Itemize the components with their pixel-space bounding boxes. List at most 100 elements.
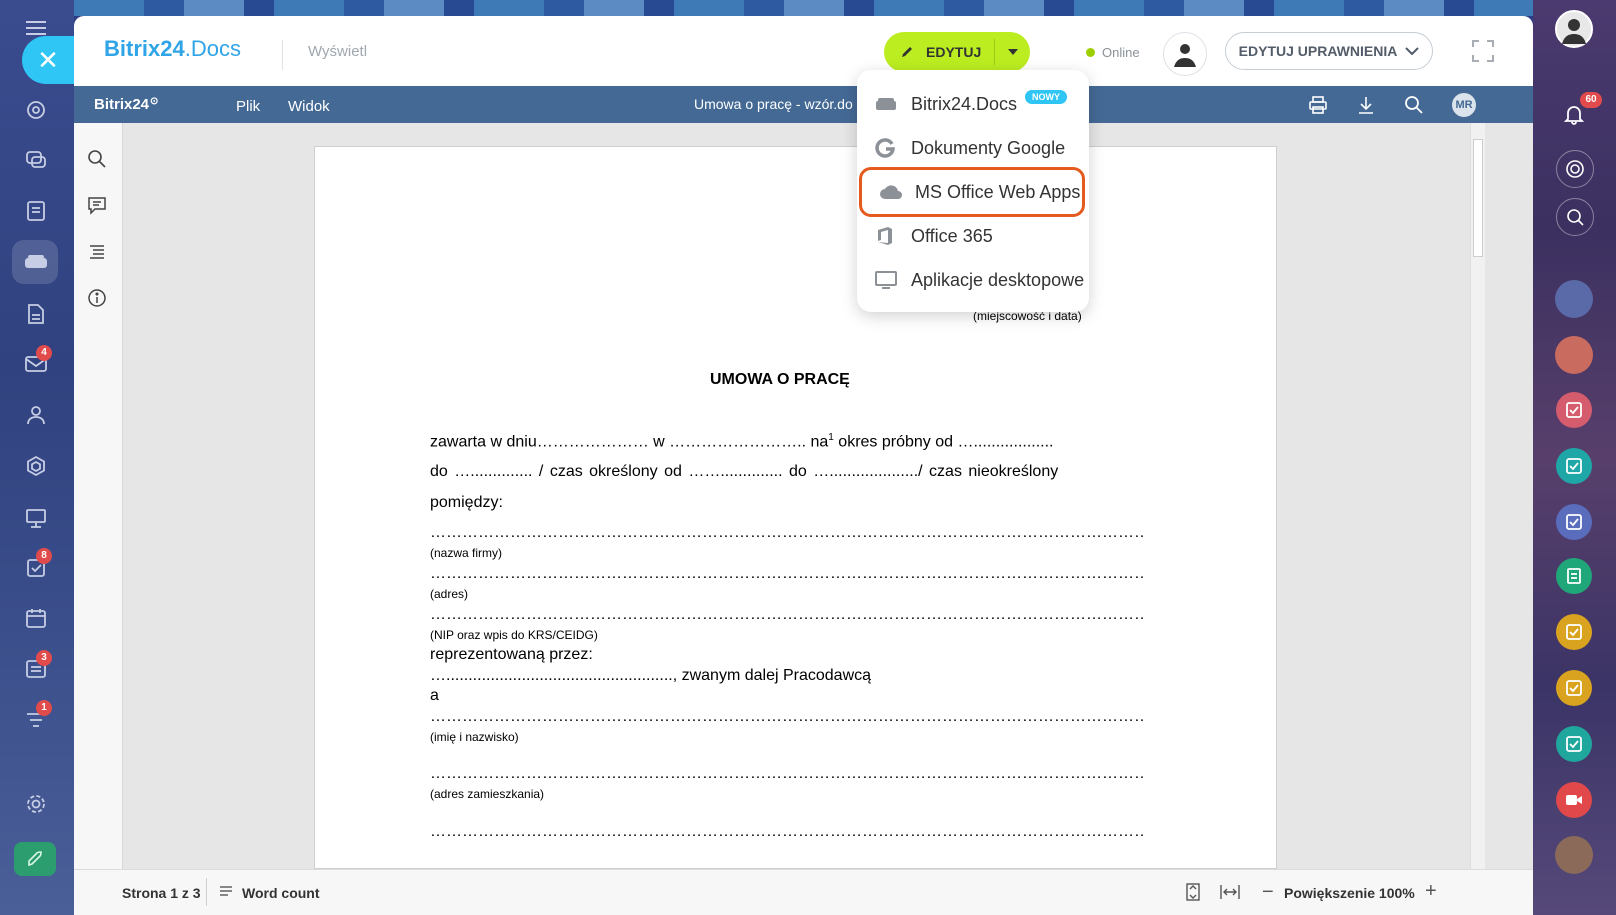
word-count-button[interactable]: Word count (242, 885, 320, 901)
address-dots: …………………………………………………………………………………………………………… (430, 565, 1146, 582)
edit-button[interactable]: EDYTUJ (884, 32, 994, 72)
header-divider (282, 40, 283, 70)
document-page[interactable]: …………… (miejscowość i data) UMOWA O PRACĘ… (314, 146, 1277, 869)
company-dots: …………………………………………………………………………………………………………… (430, 524, 1146, 541)
documents-icon[interactable] (22, 300, 50, 328)
doc-line-3: pomiędzy: (430, 494, 503, 511)
menu-file[interactable]: Plik (236, 98, 260, 115)
vertical-scrollbar[interactable] (1470, 123, 1485, 869)
news-badge: 3 (36, 650, 52, 666)
drive-icon[interactable] (22, 248, 50, 276)
name-caption: (imię i nazwisko) (430, 730, 519, 744)
contact-avatar-3[interactable] (1555, 836, 1593, 874)
bitrix-drive-icon (875, 93, 899, 115)
office-icon (875, 225, 899, 247)
company-caption: (nazwa firmy) (430, 546, 503, 560)
online-label: Online (1102, 45, 1140, 60)
monitor-icon (875, 269, 899, 291)
editor-toolbar: Bitrix24⊙ Plik Widok Umowa o pracę - wzó… (74, 86, 1533, 123)
search-sync-icon[interactable] (1556, 198, 1594, 236)
fullscreen-expand-icon[interactable] (1472, 40, 1496, 64)
rocket-icon[interactable] (14, 842, 56, 876)
fit-page-icon[interactable] (1184, 883, 1202, 901)
top-background-strip (74, 0, 1533, 16)
chevron-down-icon[interactable] (995, 49, 1030, 55)
crm-icon[interactable] (22, 452, 50, 480)
calendar-icon[interactable] (22, 604, 50, 632)
nip-dots: …………………………………………………………………………………………………………… (430, 606, 1146, 623)
task-check-icon[interactable] (1556, 726, 1592, 762)
zoom-level: Powiększenie 100% (1284, 885, 1415, 901)
chat-icon[interactable] (22, 146, 50, 174)
download-icon[interactable] (1356, 95, 1376, 115)
contact-avatar-2[interactable] (1555, 336, 1593, 374)
search-icon[interactable] (1404, 95, 1424, 115)
contact-avatar-1[interactable] (1555, 280, 1593, 318)
comment-icon[interactable] (87, 195, 109, 217)
search-icon[interactable] (87, 149, 109, 171)
presentation-icon[interactable] (22, 504, 50, 532)
name-dots: …………………………………………………………………………………………………………… (430, 708, 1146, 725)
represented-line: reprezentowaną przez: (430, 646, 593, 663)
bitrix24-docs-logo: Bitrix24.Docs (104, 36, 241, 62)
edit-split-button[interactable]: EDYTUJ (884, 32, 1030, 72)
address-caption: (adres) (430, 587, 469, 601)
menu-item-bitrix24-docs[interactable]: Bitrix24.Docs NOWY (857, 82, 1089, 126)
pencil-icon (900, 45, 914, 59)
target-icon[interactable] (1556, 150, 1594, 188)
menu-item-label: Bitrix24.Docs (911, 93, 1018, 114)
word-count-icon[interactable] (218, 884, 234, 902)
right-rail: 60 (1533, 0, 1616, 915)
zoom-in-icon[interactable]: + (1425, 881, 1441, 901)
menu-item-label: Dokumenty Google (911, 137, 1066, 158)
task-check-icon[interactable] (1556, 392, 1592, 428)
editor-left-panel (74, 123, 123, 869)
google-icon (875, 137, 899, 159)
info-icon[interactable] (87, 288, 109, 310)
video-camera-icon[interactable] (1556, 782, 1592, 818)
document-heading: UMOWA O PRACĘ (710, 371, 850, 388)
menu-view[interactable]: Widok (288, 98, 330, 115)
task-check-icon[interactable] (1556, 670, 1592, 706)
edit-permissions-button[interactable]: EDYTUJ UPRAWNIENIA (1225, 32, 1433, 70)
editor-user-initials[interactable]: MR (1452, 93, 1476, 117)
menu-item-office-365[interactable]: Office 365 (857, 214, 1089, 258)
notifications-badge: 60 (1580, 92, 1602, 108)
highlight-outline (859, 167, 1085, 217)
editor-body: …………… (miejscowość i data) UMOWA O PRACĘ… (74, 123, 1533, 869)
docs-slider-panel: Bitrix24.Docs Wyświetl EDYTUJ Online EDY… (74, 16, 1533, 915)
scrollbar-thumb[interactable] (1473, 139, 1483, 257)
fit-width-icon[interactable] (1220, 883, 1240, 901)
nip-caption: (NIP oraz wpis do KRS/CEIDG) (430, 628, 598, 642)
close-icon: ✕ (37, 44, 59, 75)
menu-item-label: Office 365 (911, 225, 993, 246)
menu-item-desktop-apps[interactable]: Aplikacje desktopowe (857, 258, 1089, 302)
task-check-icon[interactable] (1556, 614, 1592, 650)
residence-caption: (adres zamieszkania) (430, 787, 545, 801)
user-avatar[interactable] (1163, 32, 1207, 76)
permissions-label: EDYTUJ UPRAWNIENIA (1238, 43, 1398, 59)
task-check-icon[interactable] (1556, 448, 1592, 484)
feed-icon[interactable] (22, 197, 50, 225)
doc-line-1: zawarta w dniu………………… w …………………….. na1 o… (430, 432, 1054, 451)
a-line: a (430, 687, 439, 704)
zoom-out-icon[interactable]: − (1262, 882, 1278, 902)
task-check-icon[interactable] (1556, 504, 1592, 540)
close-slider-button[interactable]: ✕ (22, 36, 74, 84)
current-user-avatar[interactable] (1555, 10, 1593, 48)
contacts-icon[interactable] (22, 401, 50, 429)
online-status: Online (1086, 45, 1140, 60)
logo-docs: .Docs (184, 36, 241, 61)
doc-line-2: do ….............. / czas określony od …… (430, 463, 1059, 480)
users-hub-icon[interactable] (22, 96, 50, 124)
mail-badge: 4 (36, 345, 52, 361)
menu-item-google-docs[interactable]: Dokumenty Google (857, 126, 1089, 170)
settings-gear-icon[interactable] (22, 790, 50, 818)
status-bar: Strona 1 z 3 Word count − Powiększenie 1… (74, 869, 1533, 915)
headings-navigation-icon[interactable] (87, 241, 109, 263)
menu-item-label: Aplikacje desktopowe (911, 269, 1085, 290)
document-icon[interactable] (1556, 558, 1592, 594)
print-icon[interactable] (1308, 95, 1328, 115)
funnel-badge: 1 (36, 700, 52, 716)
status-divider (206, 878, 207, 906)
